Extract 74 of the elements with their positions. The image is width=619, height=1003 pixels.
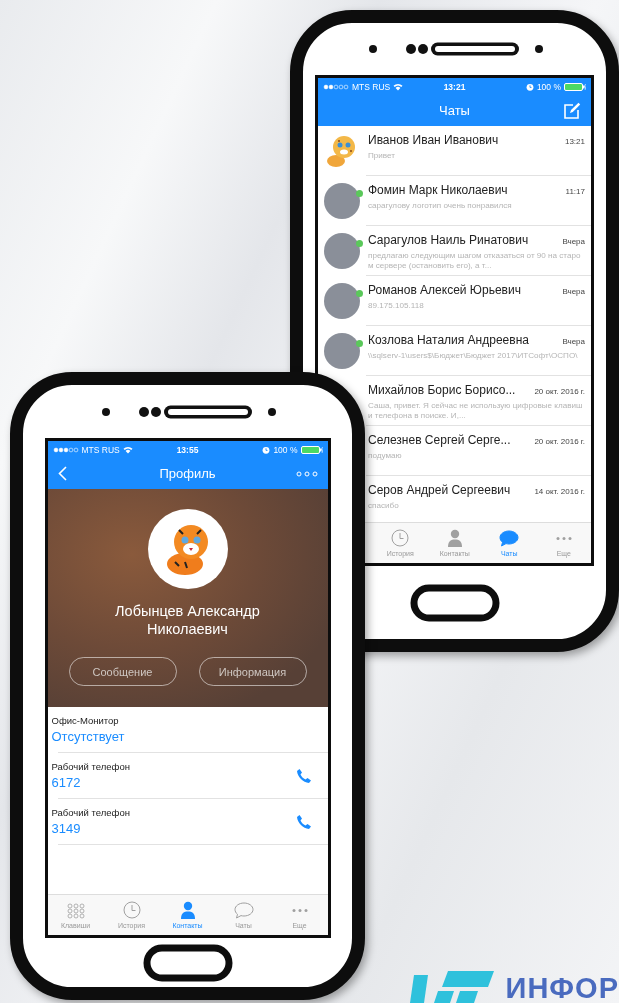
chat-row[interactable]: Фомин Марк Николаевич 11:17 сарагулову логотип очень понравился — [366, 176, 591, 226]
contact-name: Селезнев Сергей Серге... — [368, 433, 512, 447]
chat-row[interactable]: Романов Алексей Юрьевич Вчера 89.175.105.118 — [366, 276, 591, 326]
message-preview: 89.175.105.118 — [368, 301, 425, 311]
chat-bubble-icon — [233, 901, 254, 919]
contact-name: Сарагулов Наиль Ринатович — [368, 233, 530, 247]
message-time: Вчера — [562, 237, 585, 246]
message-preview: предлагаю следующим шагом отказаться от 90 на старом сервере (остановить его), а т... — [368, 251, 582, 271]
field-label: Рабочий телефон — [51, 761, 131, 772]
carrier-name: MTS RUS — [81, 444, 120, 455]
message-time: 11:17 — [565, 187, 585, 196]
message-preview: спасибо — [368, 501, 400, 511]
keypad-icon — [65, 901, 86, 919]
message-preview: подумаю — [368, 451, 403, 461]
chat-row[interactable]: Сарагулов Наиль Ринатович Вчера предлагаю следующим шагом отказаться от 90 на старом сервере (остановить его), а т... — [366, 226, 591, 276]
carrier-name: MTS RUS — [352, 81, 391, 92]
signal-icon — [52, 445, 79, 454]
message-preview: сарагулову логотип очень понравился — [368, 201, 513, 211]
contact-name: Михайлов Борис Борисо... — [368, 383, 517, 397]
profile-name: Лобынцев Александр Николаевич — [114, 602, 261, 638]
call-icon[interactable] — [295, 767, 312, 784]
person-icon — [179, 901, 196, 919]
person-icon — [446, 529, 463, 547]
clock-time: 13:55 — [176, 444, 199, 455]
alarm-icon — [525, 82, 534, 91]
chat-row[interactable]: Иванов Иван Иванович 13:21 Привет — [366, 126, 591, 176]
message-time: 14 окт. 2016 г. — [534, 487, 585, 496]
wifi-icon — [122, 445, 133, 454]
logo-text: ИНФОР — [505, 973, 619, 1003]
compose-icon[interactable] — [563, 101, 581, 120]
alarm-icon — [262, 445, 271, 454]
avatar-photo — [324, 183, 360, 219]
message-preview: Саша, привет. Я сейчас не использую цифровые клавиши телефона в поиске. И,... — [368, 401, 584, 421]
chat-row[interactable]: Козлова Наталия Андреевна Вчера \\sqlserv-1\users$\Бюджет\Бюджет 2017\ИТСофт\ОСПО\ — [366, 326, 591, 376]
contact-name: Романов Алексей Юрьевич — [368, 283, 522, 297]
chat-bubble-icon — [499, 529, 520, 547]
avatar-photo — [324, 233, 360, 269]
field-label: Офис-Монитор — [51, 715, 120, 726]
clock-icon — [391, 529, 410, 547]
battery-level: 100 % — [273, 444, 298, 455]
field-value[interactable]: 3149 — [51, 821, 296, 836]
message-time: 13:21 — [564, 137, 585, 146]
chat-row[interactable]: Михайлов Борис Борисо... 20 окт. 2016 г. Саша, привет. Я сейчас не использую цифровые клавиши телефона в поиске. И,... — [366, 376, 591, 426]
message-preview: \\sqlserv-1\users$\Бюджет\Бюджет 2017\ИТСофт\ОСПО\ — [368, 351, 579, 361]
avatar-photo — [324, 283, 360, 319]
battery-icon — [300, 445, 323, 454]
message-time: 20 окт. 2016 г. — [534, 437, 585, 446]
contact-name: Козлова Наталия Андреевна — [368, 333, 530, 347]
screen-title: Профиль — [158, 466, 217, 481]
message-preview: Привет — [368, 151, 396, 161]
avatar-photo — [324, 333, 360, 369]
message-time: 20 окт. 2016 г. — [534, 387, 585, 396]
call-icon[interactable] — [295, 813, 312, 830]
wifi-icon — [393, 82, 404, 91]
chat-row[interactable]: Селезнев Сергей Серге... 20 окт. 2016 г. подумаю — [366, 426, 591, 476]
field-value[interactable]: 6172 — [51, 775, 296, 790]
message-time: Вчера — [562, 287, 585, 296]
more-icon — [290, 907, 309, 913]
field-value: Отсутствует — [51, 729, 126, 744]
battery-icon — [564, 82, 586, 91]
contact-name: Иванов Иван Иванович — [368, 133, 500, 147]
signal-icon — [323, 82, 349, 91]
contact-name: Серов Андрей Сергеевич — [368, 483, 512, 497]
contact-name: Фомин Марк Николаевич — [368, 183, 509, 197]
back-icon[interactable] — [57, 466, 67, 481]
message-time: Вчера — [562, 337, 585, 346]
clock-icon — [122, 901, 141, 919]
field-label: Рабочий телефон — [51, 807, 131, 818]
more-icon[interactable] — [295, 470, 318, 477]
logo-icon — [407, 969, 494, 1003]
more-icon — [554, 535, 573, 541]
clock-time: 13:21 — [443, 81, 466, 92]
battery-level: 100 % — [536, 81, 561, 92]
screen-title: Чаты — [438, 103, 471, 118]
